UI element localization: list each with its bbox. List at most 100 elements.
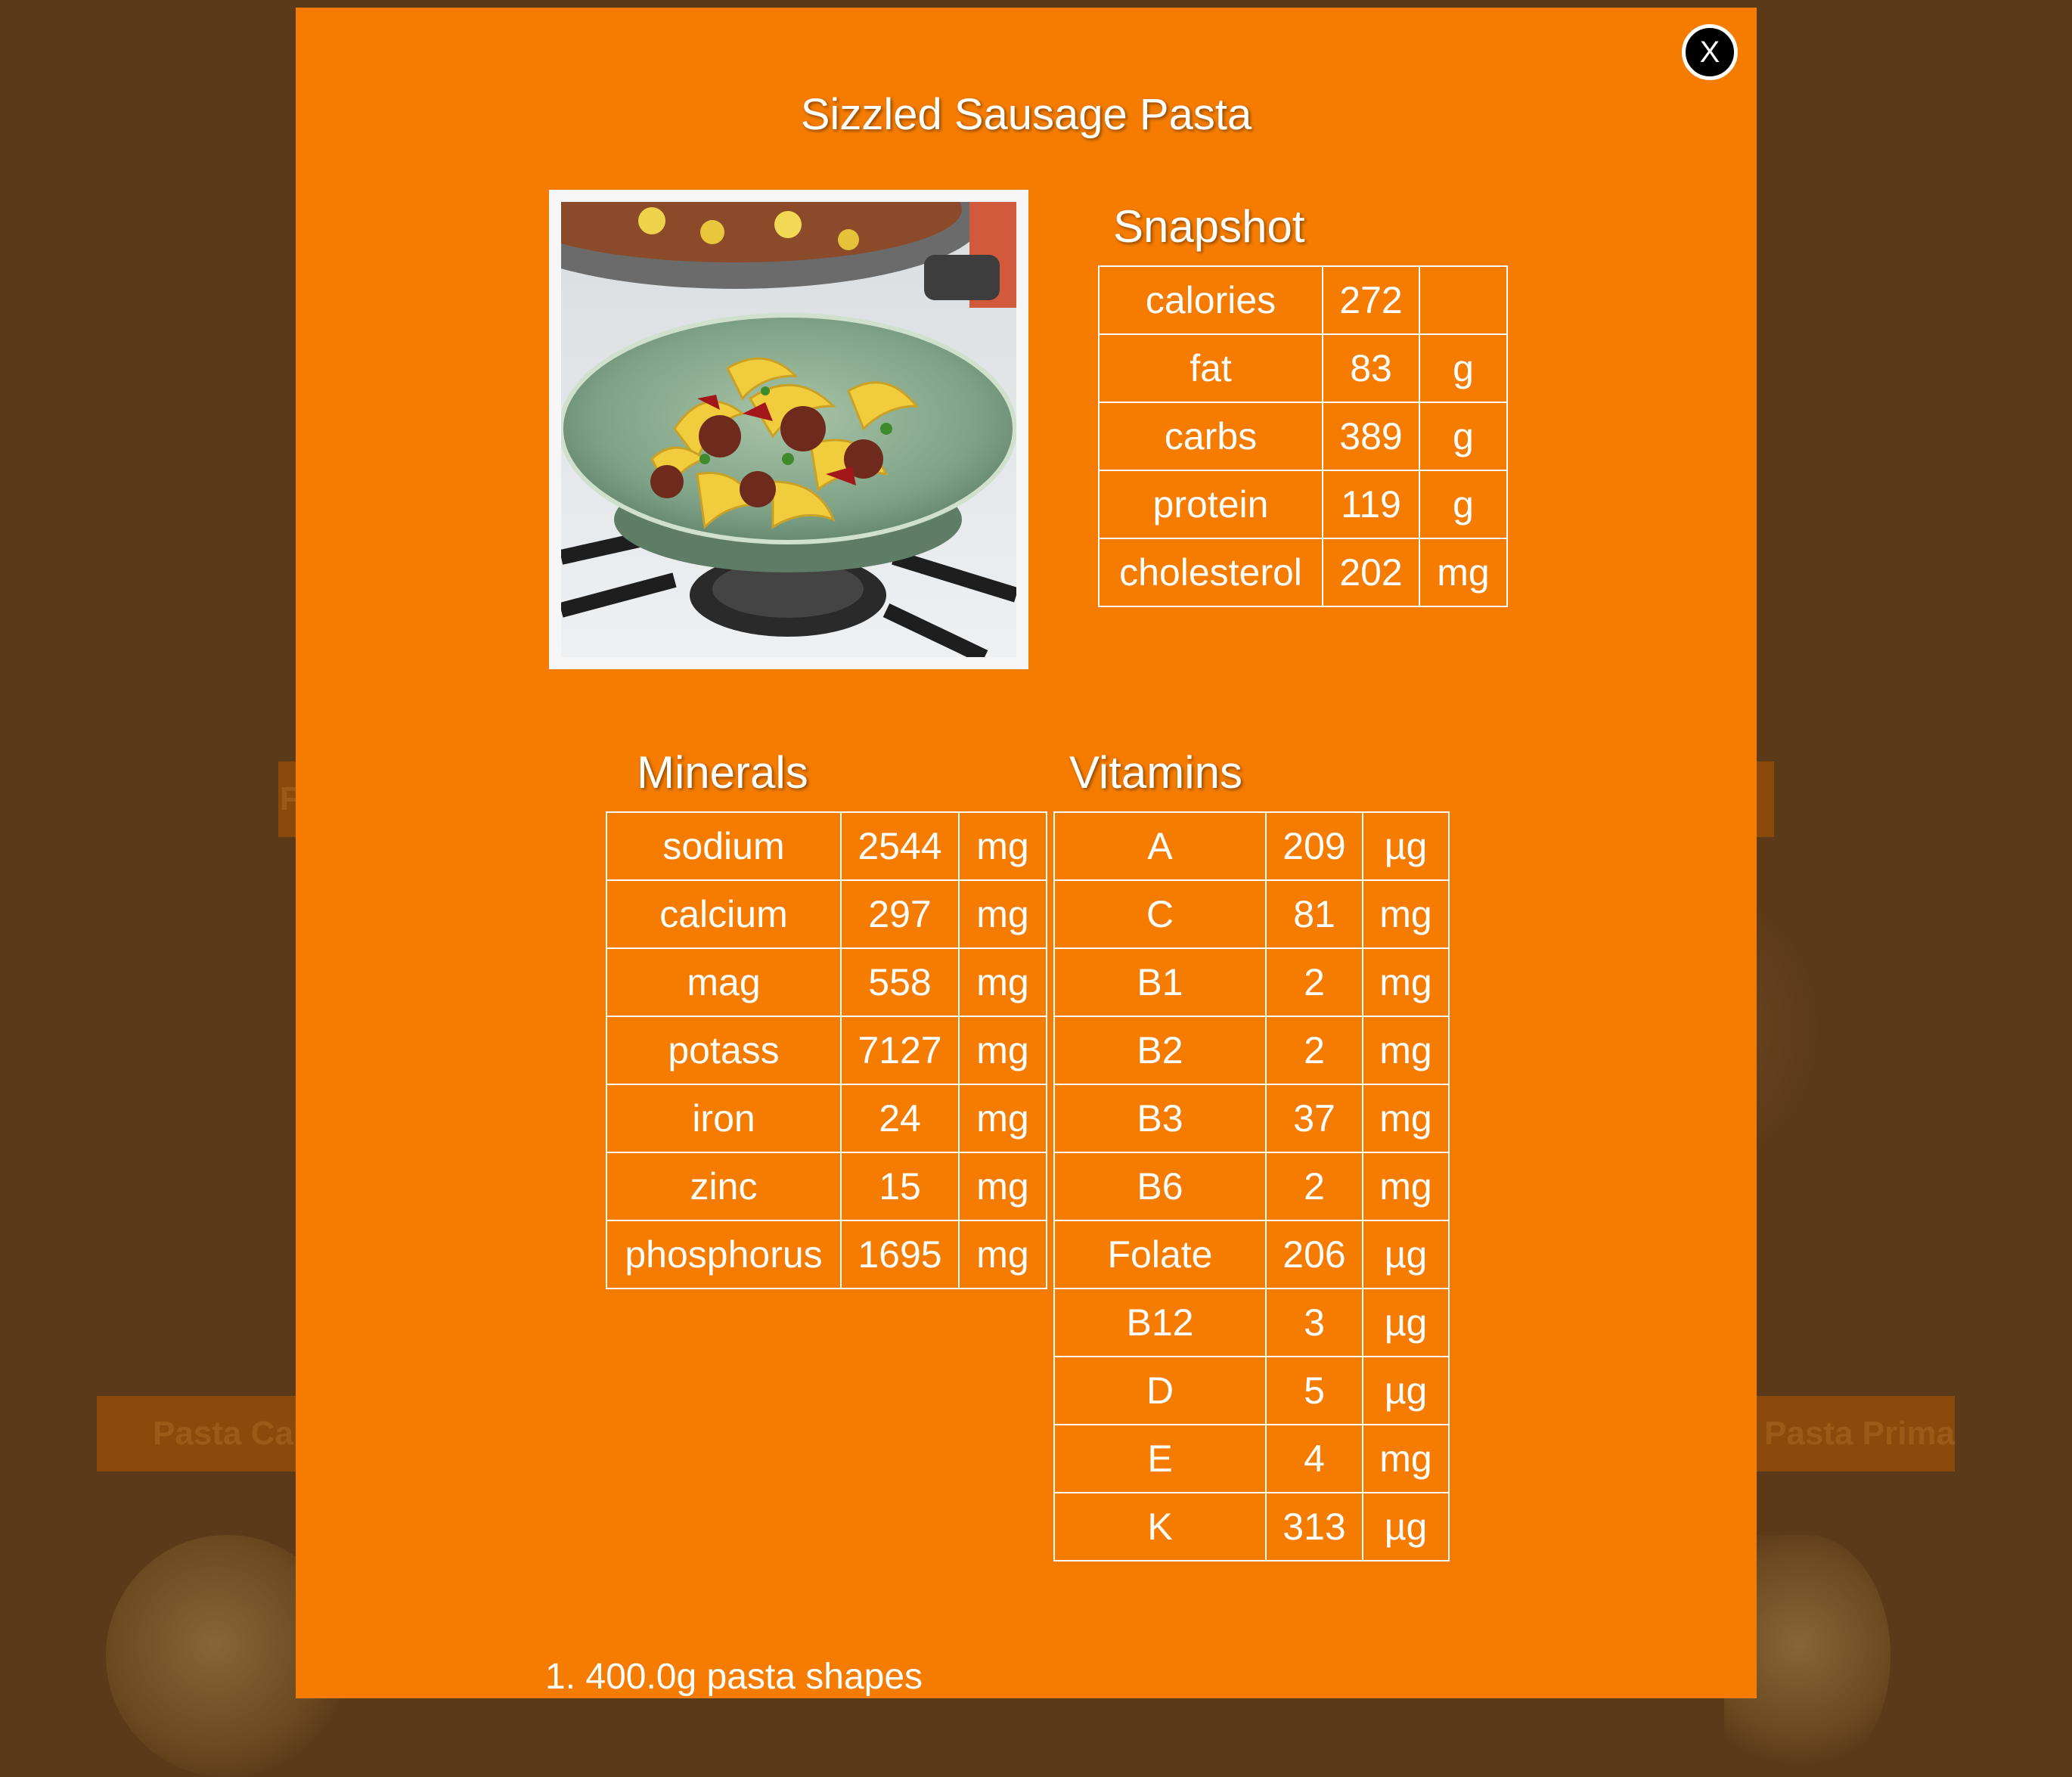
- nutrient-name: iron: [606, 1084, 842, 1153]
- nutrient-unit: mg: [958, 879, 1047, 949]
- nutrient-row: B6 2 mg: [1053, 1152, 1450, 1221]
- nutrient-row: B12 3 µg: [1053, 1288, 1450, 1357]
- nutrient-value: 7127: [840, 1016, 960, 1085]
- nutrient-name: B2: [1053, 1016, 1267, 1085]
- nutrient-row: A 209 µg: [1053, 811, 1450, 881]
- nutrient-name: potass: [606, 1016, 842, 1085]
- nutrient-unit: mg: [958, 811, 1047, 881]
- nutrient-value: 1695: [840, 1220, 960, 1289]
- nutrient-name: phosphorus: [606, 1220, 842, 1289]
- snapshot-table: calories 272 fat 83 g carbs 389 g protein 119 g cho…: [1098, 265, 1508, 607]
- nutrient-value: 389: [1322, 402, 1420, 471]
- nutrient-name: K: [1053, 1492, 1267, 1561]
- nutrient-name: mag: [606, 947, 842, 1017]
- nutrient-value: 206: [1265, 1220, 1363, 1289]
- nutrient-value: 2544: [840, 811, 960, 881]
- nutrient-name: B12: [1053, 1288, 1267, 1357]
- nutrient-unit: µg: [1362, 1220, 1450, 1289]
- nutrient-value: 4: [1265, 1424, 1363, 1493]
- nutrient-value: 2: [1265, 947, 1363, 1017]
- nutrient-value: 209: [1265, 811, 1363, 881]
- nutrient-name: calories: [1098, 265, 1323, 335]
- recipe-image: [549, 190, 1028, 669]
- nutrient-value: 272: [1322, 265, 1420, 335]
- nutrient-row: E 4 mg: [1053, 1424, 1450, 1493]
- nutrient-row: B3 37 mg: [1053, 1084, 1450, 1153]
- nutrient-name: zinc: [606, 1152, 842, 1221]
- nutrient-unit: µg: [1362, 811, 1450, 881]
- nutrient-row: B1 2 mg: [1053, 947, 1450, 1017]
- nutrient-name: E: [1053, 1424, 1267, 1493]
- nutrient-row: zinc 15 mg: [606, 1152, 1047, 1221]
- nutrient-unit: mg: [958, 1084, 1047, 1153]
- minerals-heading: Minerals: [637, 747, 808, 798]
- minerals-table: sodium 2544 mg calcium 297 mg mag 558 mg potass 71…: [606, 811, 1047, 1289]
- nutrient-value: 558: [840, 947, 960, 1017]
- nutrient-unit: mg: [958, 1152, 1047, 1221]
- nutrient-name: carbs: [1098, 402, 1323, 471]
- vitamins-heading: Vitamins: [1069, 747, 1242, 798]
- nutrient-value: 2: [1265, 1152, 1363, 1221]
- close-button[interactable]: X: [1682, 24, 1738, 80]
- nutrient-name: B1: [1053, 947, 1267, 1017]
- nutrient-value: 83: [1322, 333, 1420, 403]
- nutrient-unit: mg: [1362, 947, 1450, 1017]
- nutrient-name: B6: [1053, 1152, 1267, 1221]
- nutrient-name: sodium: [606, 811, 842, 881]
- nutrient-value: 15: [840, 1152, 960, 1221]
- nutrient-value: 37: [1265, 1084, 1363, 1153]
- nutrient-name: A: [1053, 811, 1267, 881]
- nutrient-row: D 5 µg: [1053, 1356, 1450, 1425]
- nutrient-unit: mg: [1362, 1084, 1450, 1153]
- nutrient-unit: mg: [958, 947, 1047, 1017]
- vitamins-table: A 209 µg C 81 mg B1 2 mg B2 2 mg B3 37 mg B6 2 mg Folate 20…: [1053, 811, 1450, 1561]
- nutrient-unit: g: [1419, 402, 1508, 471]
- pasta-dish-image: [561, 202, 1016, 657]
- nutrient-unit: mg: [1362, 1016, 1450, 1085]
- nutrient-unit: g: [1419, 470, 1508, 539]
- nutrient-value: 3: [1265, 1288, 1363, 1357]
- ingredient-item: 1. 400.0g pasta shapes: [545, 1657, 923, 1697]
- snapshot-heading: Snapshot: [1113, 201, 1305, 252]
- recipe-title: Sizzled Sausage Pasta: [800, 90, 1252, 139]
- nutrient-value: 81: [1265, 879, 1363, 949]
- nutrient-value: 313: [1265, 1492, 1363, 1561]
- nutrient-unit: mg: [1362, 1424, 1450, 1493]
- bg-card-title-pasta-primavera[interactable]: Pasta Primavera: [1757, 1396, 1955, 1472]
- nutrient-unit: mg: [958, 1220, 1047, 1289]
- nutrient-unit: mg: [1362, 1152, 1450, 1221]
- nutrient-unit: µg: [1362, 1356, 1450, 1425]
- nutrient-unit: mg: [958, 1016, 1047, 1085]
- nutrient-value: 2: [1265, 1016, 1363, 1085]
- nutrient-unit: g: [1419, 333, 1508, 403]
- nutrient-row: B2 2 mg: [1053, 1016, 1450, 1085]
- nutrient-row: protein 119 g: [1098, 470, 1508, 539]
- nutrient-row: K 313 µg: [1053, 1492, 1450, 1561]
- bg-card-title-pasta-carbonara[interactable]: Pasta Carbo: [97, 1396, 296, 1472]
- nutrient-name: calcium: [606, 879, 842, 949]
- nutrient-row: carbs 389 g: [1098, 402, 1508, 471]
- nutrient-name: cholesterol: [1098, 538, 1323, 607]
- nutrient-row: potass 7127 mg: [606, 1016, 1047, 1085]
- nutrient-value: 202: [1322, 538, 1420, 607]
- nutrient-row: phosphorus 1695 mg: [606, 1220, 1047, 1289]
- nutrient-unit: [1419, 265, 1508, 335]
- nutrient-name: fat: [1098, 333, 1323, 403]
- nutrient-unit: µg: [1362, 1288, 1450, 1357]
- nutrient-value: 119: [1322, 470, 1420, 539]
- nutrient-row: iron 24 mg: [606, 1084, 1047, 1153]
- nutrient-name: Folate: [1053, 1220, 1267, 1289]
- nutrient-value: 24: [840, 1084, 960, 1153]
- nutrient-row: mag 558 mg: [606, 947, 1047, 1017]
- nutrient-value: 5: [1265, 1356, 1363, 1425]
- nutrient-unit: mg: [1419, 538, 1508, 607]
- nutrient-name: protein: [1098, 470, 1323, 539]
- nutrient-name: B3: [1053, 1084, 1267, 1153]
- nutrient-row: calories 272: [1098, 265, 1508, 335]
- nutrient-row: Folate 206 µg: [1053, 1220, 1450, 1289]
- nutrient-row: fat 83 g: [1098, 333, 1508, 403]
- nutrient-unit: mg: [1362, 879, 1450, 949]
- nutrient-row: C 81 mg: [1053, 879, 1450, 949]
- nutrient-name: D: [1053, 1356, 1267, 1425]
- nutrient-row: cholesterol 202 mg: [1098, 538, 1508, 607]
